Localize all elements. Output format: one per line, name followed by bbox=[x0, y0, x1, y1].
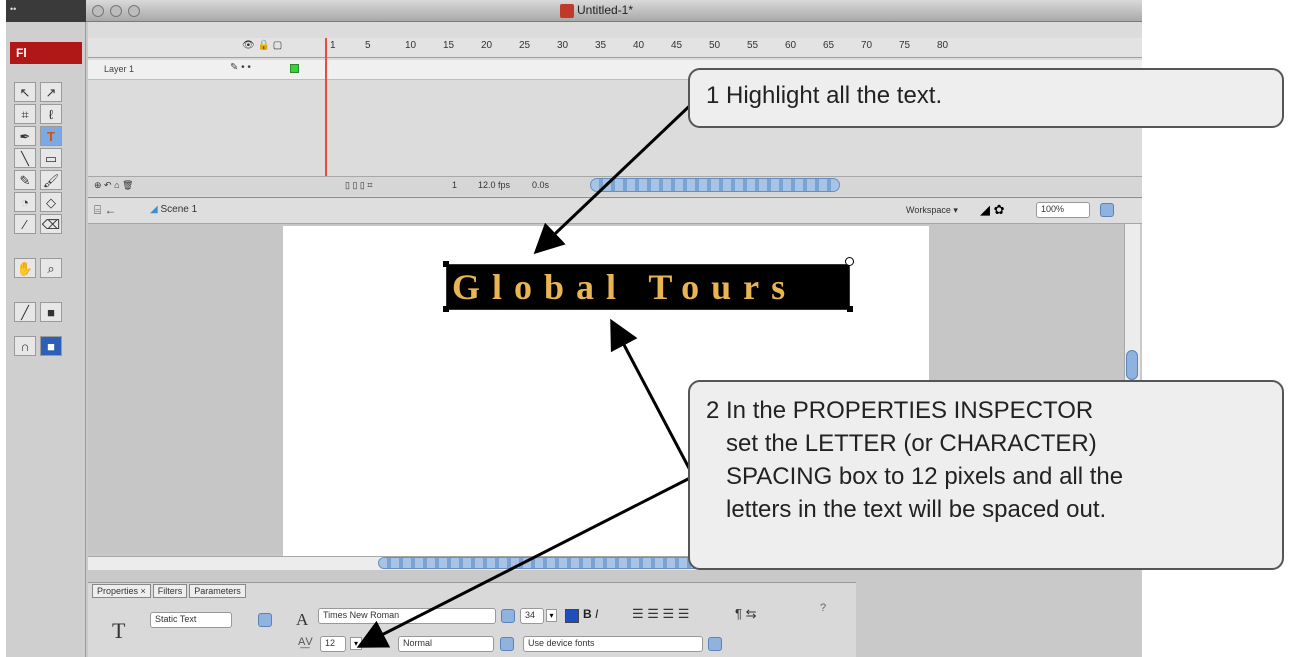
callout-step-2: 2 In the PROPERTIES INSPECTOR set the LE… bbox=[688, 380, 1284, 570]
arrow-to-spacing-box bbox=[356, 476, 691, 648]
callout-step-1: 1 Highlight all the text. bbox=[688, 68, 1284, 128]
callout-step-2-line: letters in the text will be spaced out. bbox=[706, 496, 1107, 523]
arrow-to-text bbox=[533, 94, 702, 255]
callout-step-2-line: set the LETTER (or CHARACTER) bbox=[706, 430, 1097, 457]
arrow-to-text-field bbox=[610, 318, 692, 471]
callout-step-2-line: SPACING box to 12 pixels and all the bbox=[706, 463, 1124, 490]
callout-step-1-text: 1 Highlight all the text. bbox=[706, 82, 943, 109]
callout-step-2-line: 2 In the PROPERTIES INSPECTOR bbox=[706, 397, 1094, 424]
